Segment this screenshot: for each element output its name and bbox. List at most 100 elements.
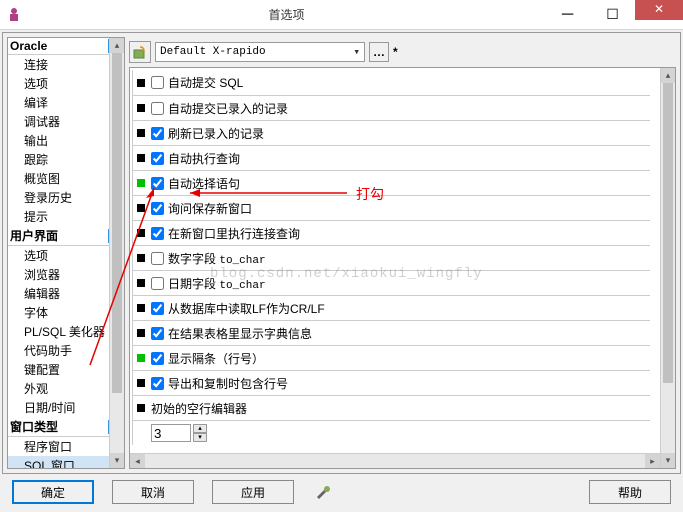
option-row: 自动提交 SQL [132,70,650,95]
modified-star: * [393,45,398,59]
option-marker [137,179,145,187]
tree-item[interactable]: 概览图 [8,169,124,188]
option-checkbox[interactable] [151,352,164,365]
spinner[interactable]: ▴▾ [193,424,207,442]
tree-item[interactable]: 选项 [8,74,124,93]
cancel-button[interactable]: 取消 [112,480,194,504]
option-row: 自动提交已录入的记录 [132,95,650,120]
option-checkbox[interactable] [151,227,164,240]
tree-item[interactable]: 外观 [8,379,124,398]
option-marker [137,254,145,262]
tree-item[interactable]: 代码助手 [8,341,124,360]
option-row: 日期字段 to_char [132,270,650,295]
option-label: 从数据库中读取LF作为CR/LF [168,300,325,317]
option-marker [137,79,145,87]
tree-item[interactable]: 程序窗口 [8,437,124,456]
option-row: 数字字段 to_char [132,245,650,270]
option-label: 自动执行查询 [168,150,240,167]
option-marker [137,229,145,237]
tree-item[interactable]: PL/SQL 美化器 [8,322,124,341]
tree-item[interactable]: 连接 [8,55,124,74]
content-area: Oracle▾连接选项编译调试器输出跟踪概览图登录历史提示用户界面▾选项浏览器编… [2,32,681,474]
option-marker [137,279,145,287]
tree-item[interactable]: SQL 窗口 [8,456,124,469]
option-checkbox[interactable] [151,252,164,265]
tree-item[interactable]: 登录历史 [8,188,124,207]
close-button[interactable]: ✕ [635,0,683,20]
option-checkbox[interactable] [151,102,164,115]
option-row: ▴▾ [132,420,650,445]
maximize-button[interactable]: ☐ [590,2,635,28]
tree-item[interactable]: 编辑器 [8,284,124,303]
option-label: 显示隔条（行号） [168,350,264,367]
option-checkbox[interactable] [151,127,164,140]
option-label: 在新窗口里执行连接查询 [168,225,300,242]
tree-item[interactable]: 选项 [8,246,124,265]
option-checkbox[interactable] [151,76,164,89]
options-scrollbar[interactable]: ▴ ▾ [660,68,675,468]
tree-item[interactable]: 字体 [8,303,124,322]
tree-section-header[interactable]: Oracle▾ [8,38,124,55]
option-marker [137,154,145,162]
option-label: 日期字段 to_char [168,275,266,292]
option-row: 在新窗口里执行连接查询 [132,220,650,245]
window-title: 首选项 [28,6,545,23]
option-label: 自动选择语句 [168,175,240,192]
tool-icon[interactable] [312,481,334,503]
sidebar-scrollbar[interactable]: ▴ ▾ [109,38,124,468]
tree-item[interactable]: 输出 [8,131,124,150]
profile-combo[interactable]: Default X-rapido [155,42,365,62]
option-marker [137,204,145,212]
tree-item[interactable]: 浏览器 [8,265,124,284]
option-label: 自动提交 SQL [168,74,243,91]
option-label: 数字字段 to_char [168,250,266,267]
tree-item[interactable]: 日期/时间 [8,398,124,417]
option-row: 自动执行查询 [132,145,650,170]
option-row: 导出和复制时包含行号 [132,370,650,395]
option-marker [137,404,145,412]
option-row: 在结果表格里显示字典信息 [132,320,650,345]
apply-button[interactable]: 应用 [212,480,294,504]
option-checkbox[interactable] [151,377,164,390]
option-checkbox[interactable] [151,277,164,290]
profile-toolbar: Default X-rapido … * [129,37,676,67]
dialog-footer: 确定 取消 应用 帮助 [2,476,681,508]
option-label: 初始的空行编辑器 [151,400,247,417]
tree-item[interactable]: 提示 [8,207,124,226]
category-tree[interactable]: Oracle▾连接选项编译调试器输出跟踪概览图登录历史提示用户界面▾选项浏览器编… [7,37,125,469]
option-row: 自动选择语句 [132,170,650,195]
option-marker [137,104,145,112]
tree-item[interactable]: 键配置 [8,360,124,379]
option-checkbox[interactable] [151,177,164,190]
option-marker [137,304,145,312]
option-row: 从数据库中读取LF作为CR/LF [132,295,650,320]
option-label: 导出和复制时包含行号 [168,375,288,392]
help-button[interactable]: 帮助 [589,480,671,504]
option-checkbox[interactable] [151,302,164,315]
option-checkbox[interactable] [151,152,164,165]
option-checkbox[interactable] [151,327,164,340]
option-row: 显示隔条（行号） [132,345,650,370]
option-marker [137,329,145,337]
tree-section-header[interactable]: 窗口类型▾ [8,417,124,437]
option-label: 刷新已录入的记录 [168,125,264,142]
option-label: 在结果表格里显示字典信息 [168,325,312,342]
profile-browse-button[interactable]: … [369,42,389,62]
option-row: 初始的空行编辑器 [132,395,650,420]
minimize-button[interactable]: ─ [545,2,590,28]
option-marker [137,354,145,362]
ok-button[interactable]: 确定 [12,480,94,504]
main-panel: Default X-rapido … * 自动提交 SQL 自动提交已录入的记录刷… [129,37,676,469]
option-row: 询问保存新窗口 [132,195,650,220]
option-label: 询问保存新窗口 [168,200,252,217]
option-number-input[interactable] [151,424,191,442]
tree-section-header[interactable]: 用户界面▾ [8,226,124,246]
tree-item[interactable]: 跟踪 [8,150,124,169]
tree-item[interactable]: 调试器 [8,112,124,131]
option-checkbox[interactable] [151,202,164,215]
option-row: 刷新已录入的记录 [132,120,650,145]
tree-item[interactable]: 编译 [8,93,124,112]
option-label: 自动提交已录入的记录 [168,100,288,117]
profile-icon[interactable] [129,41,151,63]
option-marker [137,129,145,137]
